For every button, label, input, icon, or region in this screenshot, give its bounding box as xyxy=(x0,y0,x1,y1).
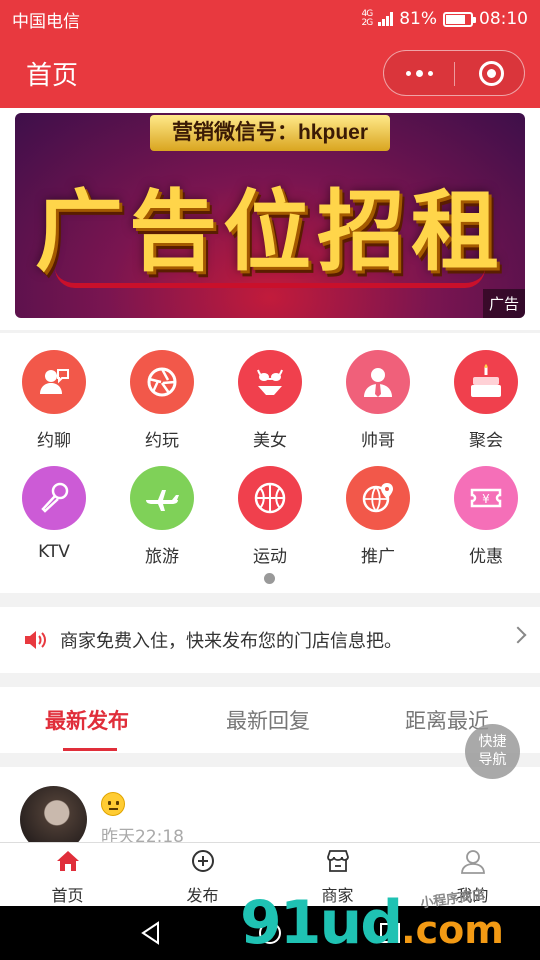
network-type: 4G 2G xyxy=(361,9,374,28)
chat-person-icon xyxy=(22,350,86,414)
emoji-icon xyxy=(101,792,125,816)
category-label: 旅游 xyxy=(145,547,179,567)
category-item-yundong[interactable]: 运动 xyxy=(216,466,324,567)
plus-circle-icon xyxy=(191,850,214,872)
svg-text:¥: ¥ xyxy=(482,492,490,506)
cake-icon xyxy=(454,350,518,414)
close-circle-icon[interactable] xyxy=(479,61,504,86)
banner-swoosh xyxy=(55,268,485,288)
home-icon xyxy=(56,851,79,871)
banner-ribbon: 营销微信号：hkpuer xyxy=(150,115,390,151)
category-item-youhui[interactable]: ¥ 优惠 xyxy=(432,466,540,567)
ticket-icon: ¥ xyxy=(454,466,518,530)
post-card[interactable]: 昨天22:18 xyxy=(0,767,540,847)
microphone-icon xyxy=(22,466,86,530)
active-tab-indicator xyxy=(63,748,117,751)
back-triangle-icon[interactable] xyxy=(138,920,164,946)
category-label: KTV xyxy=(38,542,70,562)
quick-nav-line2: 导航 xyxy=(478,752,507,768)
page-title: 首页 xyxy=(26,61,79,91)
tabbar-label: 首页 xyxy=(51,886,84,905)
page-indicator xyxy=(264,573,275,584)
category-item-yueliao[interactable]: 约聊 xyxy=(0,350,108,451)
tabbar-item-home[interactable]: 首页 xyxy=(0,843,135,907)
category-label: 聚会 xyxy=(469,431,503,451)
notice-text: 商家免费入住，快来发布您的门店信息把。 xyxy=(60,631,402,652)
carrier-label: 中国电信 xyxy=(12,11,80,32)
airplane-icon xyxy=(130,466,194,530)
banner-section: 营销微信号：hkpuer 广告位招租 广告 xyxy=(0,108,540,330)
category-label: 约玩 xyxy=(145,431,179,451)
category-label: 约聊 xyxy=(37,431,71,451)
mini-program-capsule xyxy=(383,50,525,96)
chevron-right-icon xyxy=(509,626,527,644)
ad-banner[interactable]: 营销微信号：hkpuer 广告位招租 广告 xyxy=(15,113,525,318)
user-icon xyxy=(460,850,485,874)
category-grid: 约聊 约玩 美女 帅哥 聚会 KTV 旅游 运动 推广 ¥ 优惠 xyxy=(0,333,540,593)
more-button[interactable] xyxy=(384,51,454,95)
watermark-main: 91ud xyxy=(240,888,403,958)
category-label: 运动 xyxy=(253,547,287,567)
category-item-ktv[interactable]: KTV xyxy=(0,466,108,562)
watermark-suffix: .com xyxy=(401,908,504,952)
tab-latest-replies[interactable]: 最新回复 xyxy=(226,705,310,735)
feed-tabs: 最新发布 最新回复 距离最近 xyxy=(0,687,540,753)
nav-bar: 首页 xyxy=(0,38,540,108)
category-label: 优惠 xyxy=(469,547,503,567)
store-icon xyxy=(326,850,349,872)
avatar[interactable] xyxy=(20,786,87,847)
category-item-tuiguang[interactable]: 推广 xyxy=(324,466,432,567)
watermark-logo: 91ud.com 小程序商店 xyxy=(240,888,504,958)
status-bar: 中国电信 4G 2G 81% 08:10 xyxy=(0,0,540,38)
speaker-icon xyxy=(25,631,46,649)
aperture-icon xyxy=(130,350,194,414)
bikini-icon xyxy=(238,350,302,414)
ad-tag: 广告 xyxy=(482,289,525,318)
category-item-yuewan[interactable]: 约玩 xyxy=(108,350,216,451)
category-item-shuaige[interactable]: 帅哥 xyxy=(324,350,432,451)
quick-nav-line1: 快捷 xyxy=(478,734,507,750)
status-right: 4G 2G 81% 08:10 xyxy=(362,9,529,29)
basketball-icon xyxy=(238,466,302,530)
category-label: 帅哥 xyxy=(361,431,395,451)
battery-icon xyxy=(443,11,476,27)
man-tie-icon xyxy=(346,350,410,414)
tab-latest-posts[interactable]: 最新发布 xyxy=(45,705,129,735)
globe-pin-icon xyxy=(346,466,410,530)
category-item-lvyou[interactable]: 旅游 xyxy=(108,466,216,567)
category-label: 美女 xyxy=(253,431,287,451)
quick-nav-button[interactable]: 快捷 导航 xyxy=(465,724,520,779)
battery-percent: 81% xyxy=(399,9,437,29)
notice-bar[interactable]: 商家免费入住，快来发布您的门店信息把。 xyxy=(0,607,540,673)
signal-icon xyxy=(378,12,394,26)
category-label: 推广 xyxy=(361,547,395,567)
category-item-meinv[interactable]: 美女 xyxy=(216,350,324,451)
capsule-divider xyxy=(454,62,455,86)
clock: 08:10 xyxy=(479,9,528,29)
category-item-juhui[interactable]: 聚会 xyxy=(432,350,540,451)
